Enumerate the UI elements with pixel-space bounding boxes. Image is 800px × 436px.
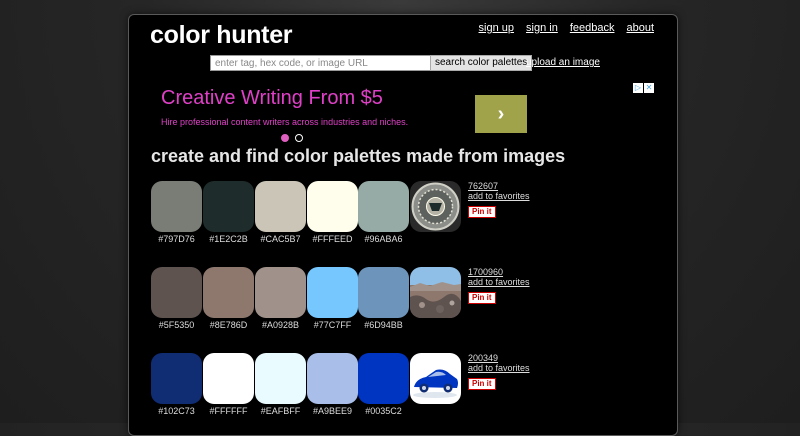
color-swatch[interactable] — [255, 267, 306, 318]
search-input[interactable] — [210, 55, 433, 71]
page-headline: create and find color palettes made from… — [151, 146, 566, 166]
pin-it-button[interactable]: Pin it — [468, 378, 496, 390]
carousel-dot-2[interactable] — [295, 134, 303, 142]
top-nav: sign up sign in feedback about — [479, 22, 654, 34]
color-swatch[interactable] — [358, 181, 409, 232]
color-swatch[interactable] — [203, 353, 254, 404]
color-swatch[interactable] — [203, 181, 254, 232]
color-hex: #77C7FF — [313, 320, 352, 330]
rocky-landscape-image — [410, 267, 461, 318]
add-to-favorites-link[interactable]: add to favorites — [468, 191, 530, 201]
palette-id-link[interactable]: 762607 — [468, 181, 530, 191]
ad-title[interactable]: Creative Writing From $5 — [161, 87, 383, 110]
color-hex: #6D94BB — [364, 320, 403, 330]
color-swatch[interactable] — [358, 267, 409, 318]
ad-cta-button[interactable]: › — [475, 95, 527, 133]
color-swatch[interactable] — [307, 181, 358, 232]
color-hex: #8E786D — [209, 320, 248, 330]
color-hex: #5F5350 — [158, 320, 195, 330]
color-swatch[interactable] — [151, 181, 202, 232]
palette-row: #797D76 #1E2C2B #CAC5B7 #FFFEED #96ABA6 … — [151, 181, 671, 244]
palette-meta: 200349 add to favorites Pin it — [468, 353, 530, 391]
palette-meta: 762607 add to favorites Pin it — [468, 181, 530, 219]
add-to-favorites-link[interactable]: add to favorites — [468, 277, 530, 287]
color-hex: #CAC5B7 — [260, 234, 301, 244]
carousel-dots — [281, 134, 303, 142]
palette-source-image[interactable] — [410, 267, 461, 318]
color-hex: #A0928B — [261, 320, 300, 330]
color-hex: #FFFFFF — [209, 406, 248, 416]
color-swatch[interactable] — [307, 353, 358, 404]
ad-controls: ▷ ✕ — [633, 83, 654, 93]
pin-it-button[interactable]: Pin it — [468, 292, 496, 304]
add-to-favorites-link[interactable]: add to favorites — [468, 363, 530, 373]
palette-row: #5F5350 #8E786D #A0928B #77C7FF #6D94BB … — [151, 267, 671, 330]
color-hex: #FFFEED — [312, 234, 353, 244]
nav-about[interactable]: about — [626, 22, 654, 34]
search-button[interactable]: search color palettes — [430, 55, 533, 71]
color-swatch[interactable] — [203, 267, 254, 318]
carousel-dot-1[interactable] — [281, 134, 289, 142]
color-swatch[interactable] — [255, 353, 306, 404]
chevron-right-icon: › — [497, 102, 505, 125]
color-swatch[interactable] — [255, 181, 306, 232]
color-swatch[interactable] — [151, 267, 202, 318]
palette-row: #102C73 #FFFFFF #EAFBFF #A9BEE9 #0035C2 … — [151, 353, 671, 416]
color-hex: #102C73 — [158, 406, 195, 416]
palette-meta: 1700960 add to favorites Pin it — [468, 267, 530, 305]
nav-signin[interactable]: sign in — [526, 22, 558, 34]
ad-banner[interactable]: Creative Writing From $5 Hire profession… — [151, 83, 654, 145]
color-hex: #0035C2 — [365, 406, 402, 416]
palette-source-image[interactable] — [410, 353, 461, 404]
palette-id-link[interactable]: 1700960 — [468, 267, 530, 277]
pin-it-button[interactable]: Pin it — [468, 206, 496, 218]
color-hex: #797D76 — [158, 234, 195, 244]
color-swatch[interactable] — [307, 267, 358, 318]
upload-image-link[interactable]: upload an image — [526, 57, 600, 68]
color-swatch[interactable] — [151, 353, 202, 404]
site-logo[interactable]: color hunter — [150, 20, 293, 50]
palette-id-link[interactable]: 200349 — [468, 353, 530, 363]
color-hex: #1E2C2B — [209, 234, 248, 244]
ad-info-icon[interactable]: ▷ — [633, 83, 643, 93]
ad-close-icon[interactable]: ✕ — [644, 83, 654, 93]
color-hex: #A9BEE9 — [312, 406, 353, 416]
coin-medallion-image — [410, 181, 461, 232]
color-hex: #96ABA6 — [364, 234, 403, 244]
ad-subtitle: Hire professional content writers across… — [161, 117, 409, 127]
palette-source-image[interactable] — [410, 181, 461, 232]
nav-feedback[interactable]: feedback — [570, 22, 615, 34]
blue-sports-car-image — [410, 353, 461, 404]
nav-signup[interactable]: sign up — [479, 22, 514, 34]
color-swatch[interactable] — [358, 353, 409, 404]
color-hex: #EAFBFF — [260, 406, 301, 416]
